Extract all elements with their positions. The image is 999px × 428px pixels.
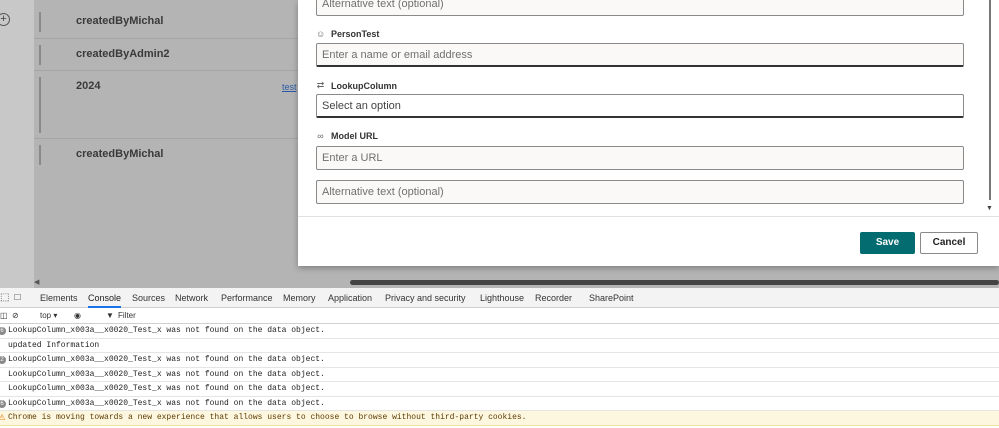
- list-item[interactable]: createdByMichal: [34, 6, 314, 39]
- horizontal-scrollbar[interactable]: [350, 280, 999, 285]
- tab-memory[interactable]: Memory: [283, 293, 316, 303]
- alt-text-field-bottom[interactable]: Alternative text (optional): [316, 180, 964, 204]
- row-divider: [39, 77, 41, 133]
- cancel-button[interactable]: Cancel: [920, 232, 978, 254]
- lookup-select[interactable]: Select an option: [316, 94, 964, 118]
- alt-text-field-top[interactable]: Alternative text (optional): [316, 0, 964, 16]
- model-url-label-text: Model URL: [331, 131, 378, 141]
- list-item[interactable]: 2024: [34, 71, 314, 139]
- list-item-text: createdByMichal: [76, 148, 164, 160]
- tab-application[interactable]: Application: [328, 293, 372, 303]
- vertical-scrollbar[interactable]: ▼: [986, 0, 994, 216]
- repeat-count-badge: 2: [0, 356, 6, 364]
- row-divider: [39, 45, 41, 65]
- tab-performance[interactable]: Performance: [221, 293, 273, 303]
- list-gutter: +: [0, 0, 34, 288]
- scroll-down-icon[interactable]: ▼: [986, 205, 993, 212]
- console-message: 6 LookupColumn_x003a__x0020_Test_x was n…: [0, 324, 999, 339]
- console-message-text: LookupColumn_x003a__x0020_Test_x was not…: [8, 326, 325, 335]
- sidebar-toggle-icon[interactable]: ◫: [0, 311, 8, 320]
- screen: + createdByMichal createdByAdmin2 2024 t…: [0, 0, 999, 428]
- tab-sources[interactable]: Sources: [132, 293, 165, 303]
- repeat-count-badge: 6: [0, 327, 6, 335]
- list-item-text: createdByMichal: [76, 15, 164, 27]
- save-button[interactable]: Save: [860, 232, 915, 254]
- devtools-toolbar-icons: ⬚ □: [0, 292, 21, 303]
- inspect-icon[interactable]: ⬚: [0, 292, 9, 303]
- filter-icon: ▼: [106, 311, 114, 320]
- row-divider: [39, 12, 41, 32]
- context-selector[interactable]: top ▾: [40, 311, 57, 320]
- swap-arrows-icon: ⇄: [316, 80, 325, 90]
- list-item-text: 2024: [76, 80, 101, 92]
- tab-console[interactable]: Console: [88, 293, 122, 308]
- clear-console-icon[interactable]: ⊘: [12, 311, 19, 320]
- console-toolbar: ◫ ⊘ top ▾ ◉ ▼ Filter: [0, 308, 999, 324]
- console-message: LookupColumn_x003a__x0020_Test_x was not…: [0, 368, 999, 382]
- circle-plus-icon[interactable]: +: [0, 13, 10, 26]
- url-input[interactable]: Enter a URL: [316, 146, 964, 170]
- scrollbar-thumb[interactable]: [989, 0, 991, 200]
- edit-panel: Alternative text (optional) ☺ PersonTest…: [298, 0, 999, 266]
- console-message: LookupColumn_x003a__x0020_Test_x was not…: [0, 382, 999, 397]
- console-warning-text: Chrome is moving towards a new experienc…: [8, 413, 527, 422]
- console-message-text: LookupColumn_x003a__x0020_Test_x was not…: [8, 384, 325, 393]
- console-message: 6 LookupColumn_x003a__x0020_Test_x was n…: [0, 397, 999, 411]
- console-message-text: LookupColumn_x003a__x0020_Test_x was not…: [8, 398, 325, 408]
- person-label-text: PersonTest: [331, 29, 380, 39]
- device-toolbar-icon[interactable]: □: [14, 292, 20, 303]
- tab-sharepoint[interactable]: SharePoint: [589, 293, 634, 303]
- tab-lighthouse[interactable]: Lighthouse: [480, 293, 524, 303]
- tab-recorder[interactable]: Recorder: [535, 293, 572, 303]
- list-item-link[interactable]: test: [282, 82, 297, 92]
- list-item[interactable]: createdByAdmin2: [34, 39, 314, 71]
- scroll-left-icon[interactable]: ◀: [34, 278, 39, 286]
- devtools: ⬚ □ Elements Console Sources Network Per…: [0, 288, 999, 428]
- repeat-count-badge: 6: [0, 399, 6, 408]
- person-icon: ☺: [316, 29, 326, 39]
- link-icon: ∞: [317, 131, 324, 141]
- tab-network[interactable]: Network: [175, 293, 208, 303]
- warning-icon: ⚠: [0, 413, 6, 422]
- tab-elements[interactable]: Elements: [40, 293, 78, 303]
- filter-input[interactable]: Filter: [118, 311, 136, 320]
- console-message-text: LookupColumn_x003a__x0020_Test_x was not…: [8, 355, 325, 364]
- tab-privacy-security[interactable]: Privacy and security: [385, 293, 466, 303]
- lookup-label-text: LookupColumn: [331, 80, 397, 91]
- console-message-text: updated Information: [8, 340, 100, 350]
- console-message-text: LookupColumn_x003a__x0020_Test_x was not…: [8, 369, 325, 379]
- person-input[interactable]: Enter a name or email address: [316, 43, 964, 67]
- list-item-text: createdByAdmin2: [76, 48, 170, 60]
- devtools-tabbar: ⬚ □ Elements Console Sources Network Per…: [0, 288, 999, 308]
- panel-footer: Save Cancel: [298, 216, 999, 266]
- console-warning: ⚠ Chrome is moving towards a new experie…: [0, 411, 999, 426]
- lookup-field-label: ⇄ LookupColumn: [316, 80, 397, 91]
- list-item[interactable]: createdByMichal: [34, 139, 314, 171]
- model-url-field-label: ∞ Model URL: [316, 131, 378, 141]
- console-message: updated Information: [0, 339, 999, 353]
- eye-icon[interactable]: ◉: [74, 311, 81, 320]
- console-message: 2 LookupColumn_x003a__x0020_Test_x was n…: [0, 353, 999, 368]
- row-divider: [39, 145, 41, 165]
- person-field-label: ☺ PersonTest: [316, 29, 379, 39]
